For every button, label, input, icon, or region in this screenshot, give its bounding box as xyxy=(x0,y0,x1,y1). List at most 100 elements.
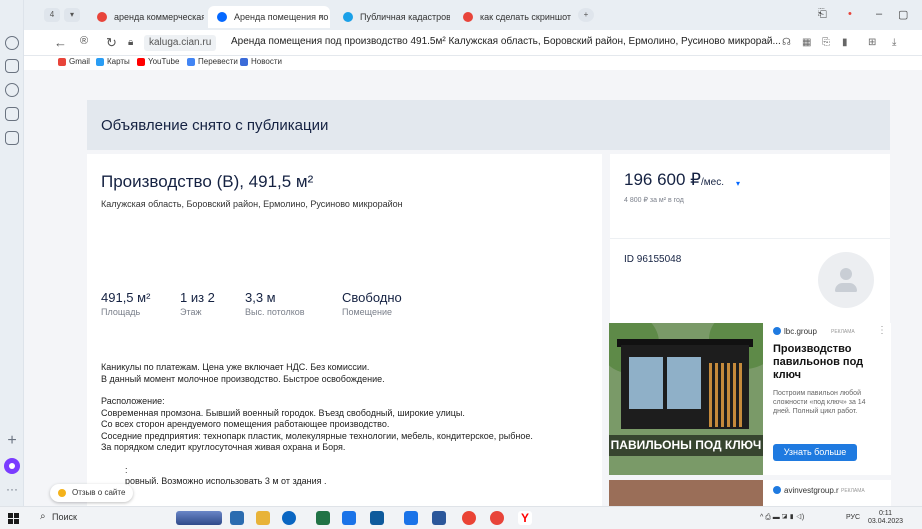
ad-learn-more-button[interactable]: Узнать больше xyxy=(773,444,857,461)
listing-address[interactable]: Калужская область, Боровский район, Ермо… xyxy=(101,199,403,209)
listing-description: Каникулы по платежам. Цена уже включает … xyxy=(101,362,533,486)
tab-favicon-icon xyxy=(97,12,107,22)
tab-label: аренда коммерческая не xyxy=(114,12,204,22)
ad-image[interactable]: ПАВИЛЬОНЫ ПОД КЛЮЧ xyxy=(609,323,763,475)
alice-assistant-icon[interactable] xyxy=(4,458,20,474)
tab-label: как сделать скриншот на xyxy=(480,12,572,22)
tab-counter[interactable]: 4 xyxy=(44,8,60,22)
bookmark-gmail[interactable]: Gmail xyxy=(58,57,90,66)
restore-icon[interactable]: ▢ xyxy=(898,8,908,21)
tab-strip: 4 ▾ аренда коммерческая не Аренда помеще… xyxy=(24,0,922,30)
youtube-icon xyxy=(137,58,145,66)
add-panel-icon[interactable]: + xyxy=(4,433,20,449)
downloads-icon[interactable] xyxy=(5,83,19,97)
divider xyxy=(610,238,890,239)
more-icon[interactable]: ··· xyxy=(4,483,20,495)
avatar xyxy=(818,252,874,308)
price-dropdown-chevron-icon[interactable]: ▾ xyxy=(736,179,740,188)
ad-image-caption: ПАВИЛЬОНЫ ПОД КЛЮЧ xyxy=(609,435,763,456)
language-indicator[interactable]: РУС xyxy=(846,514,860,521)
minimize-icon[interactable]: – xyxy=(876,8,882,20)
tab-1[interactable]: Аренда помещения по × xyxy=(208,6,330,28)
site-review-button[interactable]: Отзыв о сайте xyxy=(50,484,134,502)
collections-icon[interactable] xyxy=(5,59,19,73)
taskbar: ⌕ Поиск Y ^ ⎙ ▬ ◪ ▮ ◁) РУС 0:11 03.04.20… xyxy=(0,506,922,529)
page-content: Объявление снято с публикации Производст… xyxy=(24,70,922,506)
bookmarks-bar: Gmail Карты YouTube Перевести Новости xyxy=(24,56,922,70)
reload-icon[interactable]: ↻ xyxy=(106,35,117,51)
ad-label: РЕКЛАМА xyxy=(831,329,855,335)
ad2-image[interactable] xyxy=(609,480,763,506)
taskbar-app-0[interactable] xyxy=(176,511,222,525)
store-icon[interactable] xyxy=(342,511,356,525)
tab-favicon-icon xyxy=(343,12,353,22)
fact-area: 491,5 м² Площадь xyxy=(101,290,151,317)
ad-body: Построим павильон любой сложности «под к… xyxy=(773,390,866,415)
bookmark-maps[interactable]: Карты xyxy=(96,57,130,66)
back-icon[interactable]: ← xyxy=(54,35,67,50)
tab-menu-chevron-icon[interactable]: ▾ xyxy=(64,8,80,22)
fact-premises: Свободно Помещение xyxy=(342,290,402,317)
bookmark-translate[interactable]: Перевести xyxy=(187,57,238,66)
ad-menu-icon[interactable]: ⋮ xyxy=(877,325,887,336)
yandex-browser-icon[interactable] xyxy=(490,511,504,525)
tab-3[interactable]: как сделать скриншот на xyxy=(454,6,572,28)
bookmark-news[interactable]: Новости xyxy=(240,57,282,66)
url-domain[interactable]: kaluga.cian.ru xyxy=(144,35,217,51)
screenshot-tool-icon[interactable]: ⎘ xyxy=(822,37,830,48)
download-icon[interactable]: ⤓ xyxy=(892,37,896,48)
maps-icon xyxy=(96,58,104,66)
tab-label: Аренда помещения по xyxy=(234,12,329,22)
translate-icon[interactable]: ⊞ xyxy=(868,37,876,48)
windows-start-icon[interactable] xyxy=(8,513,19,524)
tab-close-icon[interactable]: × xyxy=(319,6,324,28)
listing-title: Производство (B), 491,5 м² xyxy=(101,172,314,191)
task-view-icon[interactable] xyxy=(230,511,244,525)
address-bar: ← ® ↻ 🔒︎ kaluga.cian.ru Аренда помещения… xyxy=(24,30,922,56)
new-tab-button[interactable]: + xyxy=(578,8,594,22)
listing-card: Производство (B), 491,5 м² Калужская обл… xyxy=(87,154,602,506)
bookmark-youtube[interactable]: YouTube xyxy=(137,57,179,66)
ad2-label: РЕКЛАМА xyxy=(841,488,865,494)
removed-notice: Объявление снято с публикации xyxy=(87,100,890,150)
ad-headline[interactable]: Производство павильонов под ключ xyxy=(773,343,883,382)
mail-icon[interactable] xyxy=(370,511,384,525)
extensions-icon[interactable]: ▦ xyxy=(802,37,811,48)
notice-text: Объявление снято с публикации xyxy=(101,117,329,134)
ad-source[interactable]: lbc.group xyxy=(773,327,817,336)
tray-icons[interactable]: ^ ⎙ ▬ ◪ ▮ ◁) xyxy=(760,514,804,522)
advertisement-2[interactable]: avinvestgroup.r РЕКЛАМА xyxy=(609,480,891,506)
bookmark-icon[interactable]: ▮ xyxy=(842,37,848,48)
notes-icon[interactable] xyxy=(5,107,19,121)
yandex-icon[interactable]: Y xyxy=(518,511,532,525)
shield-icon[interactable]: ® xyxy=(80,35,88,47)
excel-icon[interactable] xyxy=(316,511,330,525)
price-per-meter: 4 800 ₽ за м² в год xyxy=(624,197,684,204)
search-icon[interactable]: ⌕ xyxy=(40,511,46,522)
app-l-icon[interactable] xyxy=(404,511,418,525)
notifications-icon[interactable]: • xyxy=(848,8,852,20)
file-explorer-icon[interactable] xyxy=(256,511,270,525)
browser-sidebar: + ··· xyxy=(0,0,24,506)
tab-0[interactable]: аренда коммерческая не xyxy=(88,6,204,28)
lock-icon: 🔒︎ xyxy=(128,37,134,48)
advertisement[interactable]: ПАВИЛЬОНЫ ПОД КЛЮЧ lbc.group РЕКЛАМА ⋮ П… xyxy=(609,323,891,475)
tab-label: Публичная кадастровая xyxy=(360,12,450,22)
history-icon[interactable] xyxy=(5,36,19,50)
url-page-title[interactable]: Аренда помещения под производство 491.5м… xyxy=(231,36,791,47)
clock[interactable]: 0:11 03.04.2023 xyxy=(868,510,903,526)
edge-icon[interactable] xyxy=(282,511,296,525)
fact-floor: 1 из 2 Этаж xyxy=(180,290,215,317)
screenshot-icon[interactable] xyxy=(5,131,19,145)
tab-2[interactable]: Публичная кадастровая xyxy=(334,6,450,28)
word-icon[interactable] xyxy=(432,511,446,525)
chrome-icon[interactable] xyxy=(462,511,476,525)
gmail-icon xyxy=(58,58,66,66)
reader-icon[interactable]: ☊ xyxy=(782,37,791,48)
ad2-source[interactable]: avinvestgroup.r xyxy=(773,486,839,495)
price-amount: 196 600 ₽/мес. xyxy=(624,170,724,189)
fact-ceiling: 3,3 м Выс. потолков xyxy=(245,290,305,317)
translate-bookmark-icon xyxy=(187,58,195,66)
taskbar-search[interactable]: Поиск xyxy=(52,512,77,522)
bookmarks-panel-icon[interactable]: ⎗ xyxy=(818,8,827,21)
